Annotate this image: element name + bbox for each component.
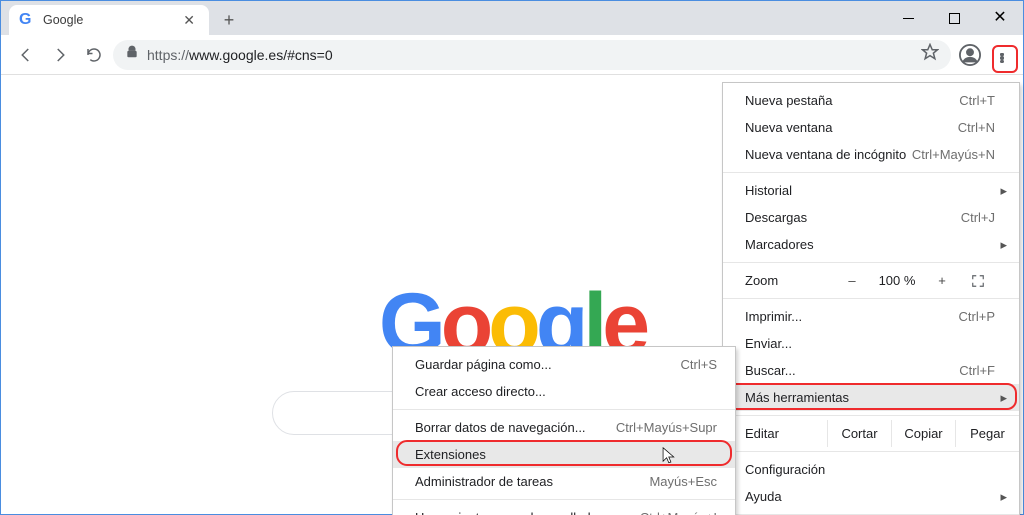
menu-separator xyxy=(393,499,735,500)
menu-label: Imprimir... xyxy=(745,309,802,324)
url-text: https://www.google.es/#cns=0 xyxy=(147,47,913,63)
menu-shortcut: Mayús+Esc xyxy=(649,474,717,489)
menu-shortcut: Ctrl+Mayús+I xyxy=(640,510,717,515)
more-menu-button[interactable] xyxy=(989,42,1015,68)
menu-shortcut: Ctrl+J xyxy=(961,210,995,225)
menu-label: Guardar página como... xyxy=(415,357,552,372)
menu-item-bookmarks[interactable]: Marcadores ▸ xyxy=(723,231,1019,258)
chevron-right-icon: ▸ xyxy=(1000,390,1007,406)
browser-tab[interactable]: G Google ✕ xyxy=(9,5,209,35)
lock-icon xyxy=(125,45,139,64)
submenu-item-save-page[interactable]: Guardar página como... Ctrl+S xyxy=(393,351,735,378)
menu-separator xyxy=(723,262,1019,263)
menu-label: Zoom xyxy=(745,273,817,288)
menu-label: Nueva ventana de incógnito xyxy=(745,147,906,162)
menu-shortcut: Ctrl+F xyxy=(959,363,995,378)
back-button[interactable] xyxy=(11,40,41,70)
menu-item-print[interactable]: Imprimir... Ctrl+P xyxy=(723,303,1019,330)
menu-item-new-window[interactable]: Nueva ventana Ctrl+N xyxy=(723,114,1019,141)
submenu-item-dev-tools[interactable]: Herramientas para desarrolladores Ctrl+M… xyxy=(393,504,735,515)
menu-label: Extensiones xyxy=(415,447,486,462)
menu-label: Nueva pestaña xyxy=(745,93,832,108)
submenu-item-create-shortcut[interactable]: Crear acceso directo... xyxy=(393,378,735,405)
menu-separator xyxy=(723,415,1019,416)
menu-item-downloads[interactable]: Descargas Ctrl+J xyxy=(723,204,1019,231)
window-maximize-button[interactable] xyxy=(931,1,977,35)
cursor-icon xyxy=(662,447,677,467)
tab-title: Google xyxy=(43,13,83,27)
forward-button[interactable] xyxy=(45,40,75,70)
menu-label: Configuración xyxy=(745,462,825,477)
edit-copy-button[interactable]: Copiar xyxy=(891,420,955,447)
menu-label: Marcadores xyxy=(745,237,814,252)
menu-separator xyxy=(723,298,1019,299)
google-favicon: G xyxy=(19,12,35,28)
chrome-main-menu: Nueva pestaña Ctrl+T Nueva ventana Ctrl+… xyxy=(722,82,1020,515)
menu-item-incognito[interactable]: Nueva ventana de incógnito Ctrl+Mayús+N xyxy=(723,141,1019,168)
edit-cut-button[interactable]: Cortar xyxy=(827,420,891,447)
menu-item-help[interactable]: Ayuda ▸ xyxy=(723,483,1019,510)
bookmark-star-icon[interactable] xyxy=(921,43,939,66)
menu-item-more-tools[interactable]: Más herramientas ▸ xyxy=(723,384,1019,411)
menu-label: Enviar... xyxy=(745,336,792,351)
titlebar: G Google ✕ + ✕ xyxy=(1,1,1023,35)
window-minimize-button[interactable] xyxy=(885,1,931,35)
chevron-right-icon: ▸ xyxy=(1000,237,1007,253)
zoom-out-button[interactable]: – xyxy=(833,273,871,288)
menu-label: Descargas xyxy=(745,210,807,225)
new-tab-button[interactable]: + xyxy=(215,6,243,34)
window-controls: ✕ xyxy=(885,1,1023,35)
menu-label: Herramientas para desarrolladores xyxy=(415,510,616,515)
window-close-button[interactable]: ✕ xyxy=(977,1,1023,35)
menu-label: Buscar... xyxy=(745,363,796,378)
menu-separator xyxy=(723,451,1019,452)
menu-label: Más herramientas xyxy=(745,390,849,405)
submenu-item-task-manager[interactable]: Administrador de tareas Mayús+Esc xyxy=(393,468,735,495)
account-icon[interactable] xyxy=(955,40,985,70)
menu-label: Administrador de tareas xyxy=(415,474,553,489)
fullscreen-button[interactable] xyxy=(961,274,995,288)
menu-item-cast[interactable]: Enviar... xyxy=(723,330,1019,357)
menu-item-settings[interactable]: Configuración xyxy=(723,456,1019,483)
zoom-value: 100 % xyxy=(871,273,923,288)
menu-label: Editar xyxy=(745,426,817,441)
menu-label: Borrar datos de navegación... xyxy=(415,420,586,435)
address-bar[interactable]: https://www.google.es/#cns=0 xyxy=(113,40,951,70)
close-tab-icon[interactable]: ✕ xyxy=(183,12,195,29)
chevron-right-icon: ▸ xyxy=(1000,183,1007,199)
menu-label: Historial xyxy=(745,183,792,198)
menu-item-zoom: Zoom – 100 % + xyxy=(723,267,1019,294)
menu-shortcut: Ctrl+P xyxy=(959,309,995,324)
toolbar: https://www.google.es/#cns=0 xyxy=(1,35,1023,75)
menu-shortcut: Ctrl+N xyxy=(958,120,995,135)
chevron-right-icon: ▸ xyxy=(1000,489,1007,505)
menu-item-history[interactable]: Historial ▸ xyxy=(723,177,1019,204)
submenu-item-extensions[interactable]: Extensiones xyxy=(393,441,735,468)
menu-label: Crear acceso directo... xyxy=(415,384,546,399)
more-tools-submenu: Guardar página como... Ctrl+S Crear acce… xyxy=(392,346,736,515)
menu-shortcut: Ctrl+S xyxy=(681,357,717,372)
menu-item-new-tab[interactable]: Nueva pestaña Ctrl+T xyxy=(723,87,1019,114)
submenu-item-clear-data[interactable]: Borrar datos de navegación... Ctrl+Mayús… xyxy=(393,414,735,441)
menu-separator xyxy=(723,172,1019,173)
reload-button[interactable] xyxy=(79,40,109,70)
zoom-in-button[interactable]: + xyxy=(923,273,961,288)
menu-item-find[interactable]: Buscar... Ctrl+F xyxy=(723,357,1019,384)
menu-item-edit: Editar Cortar Copiar Pegar xyxy=(723,420,1019,447)
menu-shortcut: Ctrl+Mayús+N xyxy=(912,147,995,162)
chrome-window: G Google ✕ + ✕ https://www.google.es/# xyxy=(0,0,1024,515)
menu-shortcut: Ctrl+T xyxy=(959,93,995,108)
menu-label: Ayuda xyxy=(745,489,782,504)
menu-separator xyxy=(393,409,735,410)
menu-label: Nueva ventana xyxy=(745,120,832,135)
menu-shortcut: Ctrl+Mayús+Supr xyxy=(616,420,717,435)
edit-paste-button[interactable]: Pegar xyxy=(955,420,1019,447)
